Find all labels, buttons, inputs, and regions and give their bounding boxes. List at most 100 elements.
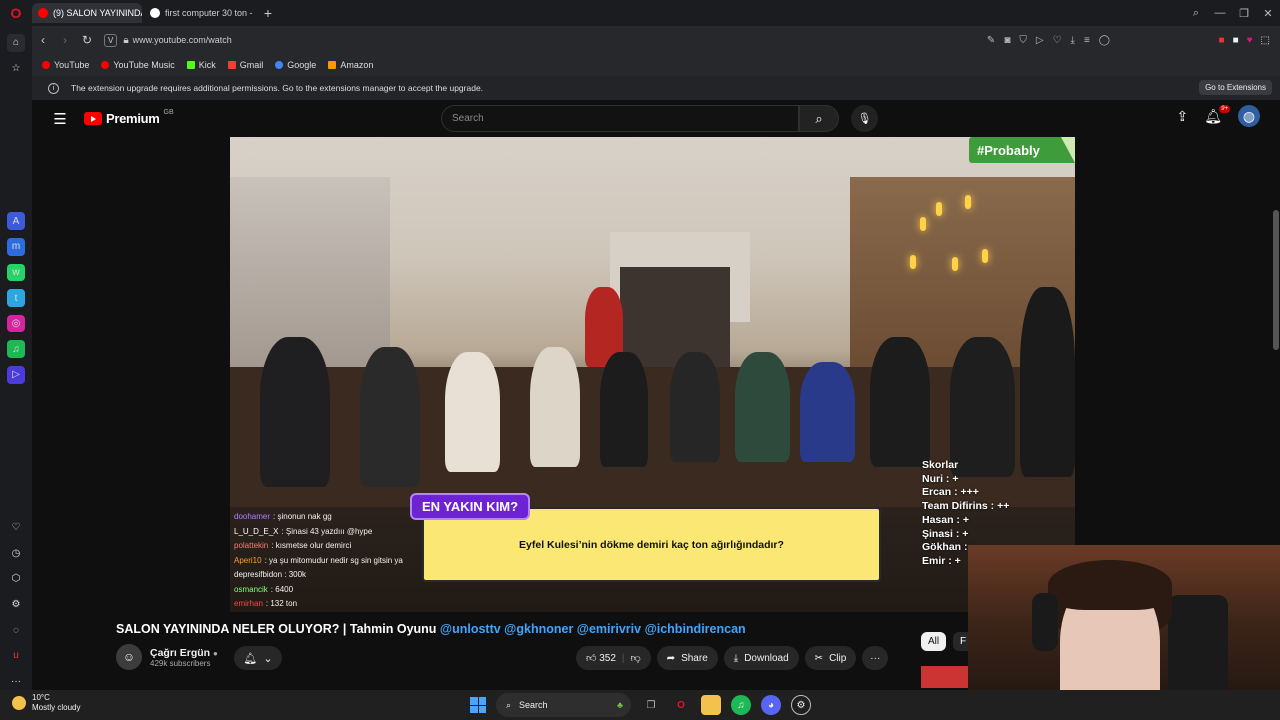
shield-icon[interactable]: ⛉ bbox=[1019, 35, 1027, 46]
extension-info-bar: i The extension upgrade requires additio… bbox=[32, 76, 1280, 100]
channel-avatar[interactable]: ☺ bbox=[116, 644, 142, 670]
home-icon[interactable]: ⌂ bbox=[7, 34, 25, 52]
video-title-mentions[interactable]: @unlosttv @gkhnoner @emirivriv @ichbindi… bbox=[440, 622, 746, 636]
reload-button[interactable]: ↻ bbox=[76, 33, 98, 47]
bookmark-gmail[interactable]: Gmail bbox=[227, 60, 263, 70]
more-actions-button[interactable]: ··· bbox=[862, 646, 889, 670]
share-button[interactable]: ➦ Share bbox=[656, 646, 718, 670]
subscription-bell-button[interactable]: 🔔︎ ⌄ bbox=[234, 646, 282, 670]
history-icon[interactable]: ◷ bbox=[7, 544, 25, 562]
go-to-extensions-button[interactable]: Go to Extensions bbox=[1199, 80, 1272, 95]
download-button[interactable]: ⤓ Download bbox=[723, 646, 799, 670]
chat-text: : Şinasi 43 yazdııı @hype bbox=[281, 526, 373, 536]
messenger-icon[interactable]: m bbox=[7, 237, 25, 256]
scoreboard-title: Skorlar bbox=[922, 459, 959, 471]
file-explorer-icon[interactable] bbox=[701, 695, 721, 715]
maximize-button[interactable]: ❐ bbox=[1232, 7, 1256, 20]
play-icon[interactable]: ▷ bbox=[1036, 35, 1044, 46]
score-row: Şinasi : + bbox=[922, 527, 969, 540]
windows-start-icon[interactable] bbox=[470, 697, 486, 713]
dislike-button[interactable]: 👎︎ bbox=[631, 652, 641, 664]
close-window-button[interactable]: ✕ bbox=[1256, 7, 1280, 20]
instagram-icon[interactable]: ◎ bbox=[7, 314, 25, 333]
filter-chip-all[interactable]: All bbox=[921, 632, 947, 651]
steam-taskbar-icon[interactable]: ⚙ bbox=[791, 695, 811, 715]
extension-red-icon[interactable]: ■ bbox=[1219, 35, 1225, 46]
task-view-icon[interactable]: ❐ bbox=[641, 695, 661, 715]
whatsapp-icon[interactable]: w bbox=[7, 263, 25, 282]
bookmark-youtube[interactable]: YouTube bbox=[42, 60, 89, 70]
search-input[interactable]: Search bbox=[441, 105, 799, 132]
tab-salon-yayininda[interactable]: (9) SALON YAYININDA bbox=[32, 3, 142, 23]
video-player[interactable]: #Probably doohamer: şinonun nak gg L_U_D… bbox=[230, 137, 1075, 612]
spotify-taskbar-icon[interactable]: ♫ bbox=[731, 695, 751, 715]
bookmark-google[interactable]: Google bbox=[275, 60, 316, 70]
chat-user: L_U_D_E_X bbox=[234, 526, 279, 536]
voice-search-button[interactable]: 🎙︎ bbox=[851, 105, 878, 132]
star-icon[interactable]: ☆ bbox=[7, 60, 25, 78]
more-icon[interactable]: ··· bbox=[7, 672, 25, 690]
extensions-puzzle-icon[interactable]: ⬚ bbox=[1261, 35, 1270, 46]
bookmark-kick[interactable]: Kick bbox=[186, 60, 216, 70]
chat-text: : şinonun nak gg bbox=[273, 512, 332, 521]
browser-sidebar: ⌂ ☆ A m w t ◎ ♫ ▷ ♡ ◷ ⬡ ⚙ ◌ u ··· bbox=[0, 26, 32, 690]
telegram-icon[interactable]: t bbox=[7, 289, 25, 307]
youtube-premium-logo[interactable]: Premium GB bbox=[84, 109, 174, 126]
bulb-icon[interactable]: ◌ bbox=[7, 621, 25, 639]
opera-logo-icon[interactable]: O bbox=[0, 0, 32, 26]
cube-icon[interactable]: ⬡ bbox=[7, 570, 25, 588]
download-icon[interactable]: ⤓ bbox=[1071, 35, 1075, 46]
edit-icon[interactable]: ✎ bbox=[987, 35, 995, 46]
player-icon[interactable]: ▷ bbox=[7, 366, 25, 384]
scene-person bbox=[670, 352, 720, 462]
search-tabs-icon[interactable]: ⌕ bbox=[1184, 7, 1208, 20]
profile-icon[interactable]: ◯ bbox=[1099, 35, 1110, 46]
download-label: Download bbox=[744, 652, 789, 664]
opera-taskbar-icon[interactable]: O bbox=[671, 695, 691, 715]
page-scrollbar[interactable] bbox=[1273, 210, 1279, 350]
new-tab-button[interactable]: + bbox=[260, 5, 276, 21]
forward-button[interactable]: › bbox=[54, 33, 76, 47]
download-icon: ⤓ bbox=[733, 652, 739, 664]
camera-icon[interactable]: ◙ bbox=[1004, 35, 1010, 46]
tab-google-search[interactable]: first computer 30 ton - Go bbox=[144, 3, 254, 23]
clip-button[interactable]: ✂ Clip bbox=[804, 646, 857, 670]
bookmark-amazon[interactable]: Amazon bbox=[328, 60, 373, 70]
minimize-button[interactable]: — bbox=[1208, 7, 1232, 19]
score-row: Team Difirins : ++ bbox=[922, 500, 1010, 513]
chat-user: osmancik bbox=[234, 584, 268, 594]
extension-pink-icon[interactable]: ♥ bbox=[1247, 35, 1253, 46]
discord-taskbar-icon[interactable]: ◕ bbox=[761, 695, 781, 715]
extension-dark-icon[interactable]: ■ bbox=[1233, 35, 1239, 46]
heart-icon[interactable]: ♡ bbox=[7, 519, 25, 537]
url-field[interactable]: www.youtube.com/watch bbox=[133, 35, 232, 45]
recommended-thumbnail[interactable] bbox=[921, 666, 969, 688]
hamburger-menu-icon[interactable]: ☰ bbox=[36, 110, 84, 128]
like-button[interactable]: 👍︎ 352 bbox=[586, 652, 616, 664]
scene-person bbox=[445, 352, 500, 472]
notifications-icon[interactable]: 🔔︎ 9+ bbox=[1204, 104, 1230, 125]
search-button[interactable]: ⌕ bbox=[799, 105, 839, 132]
heart-icon[interactable]: ♡ bbox=[1053, 35, 1062, 46]
streamer-hair-top bbox=[1048, 560, 1172, 610]
bookmark-label: YouTube bbox=[54, 60, 90, 70]
settings-icon[interactable]: ⚙ bbox=[7, 596, 25, 614]
weather-condition: Mostly cloudy bbox=[32, 703, 81, 712]
taskbar-search[interactable]: ⌕ Search ♣ bbox=[496, 693, 631, 717]
channel-name[interactable]: Çağrı Ergün ● bbox=[150, 647, 218, 659]
bookmark-youtube-music[interactable]: YouTube Music bbox=[101, 60, 175, 70]
account-avatar[interactable]: ◍ bbox=[1238, 105, 1260, 127]
aria-icon[interactable]: A bbox=[7, 212, 25, 230]
probably-label: #Probably bbox=[977, 142, 1040, 158]
scene-person bbox=[950, 337, 1015, 477]
spotify-icon[interactable]: ♫ bbox=[7, 340, 25, 359]
vpn-badge[interactable]: V bbox=[104, 33, 118, 47]
menu-icon[interactable]: ≡ bbox=[1084, 35, 1090, 46]
scene-lamp bbox=[952, 257, 958, 271]
upload-icon[interactable]: ⇪ bbox=[1176, 108, 1188, 125]
clip-label: Clip bbox=[829, 652, 847, 664]
chat-message: doohamer: şinonun nak gg bbox=[234, 510, 419, 525]
weather-widget[interactable]: 10°C Mostly cloudy bbox=[12, 693, 80, 713]
ublock-icon[interactable]: u bbox=[7, 647, 25, 665]
back-button[interactable]: ‹ bbox=[32, 33, 54, 47]
